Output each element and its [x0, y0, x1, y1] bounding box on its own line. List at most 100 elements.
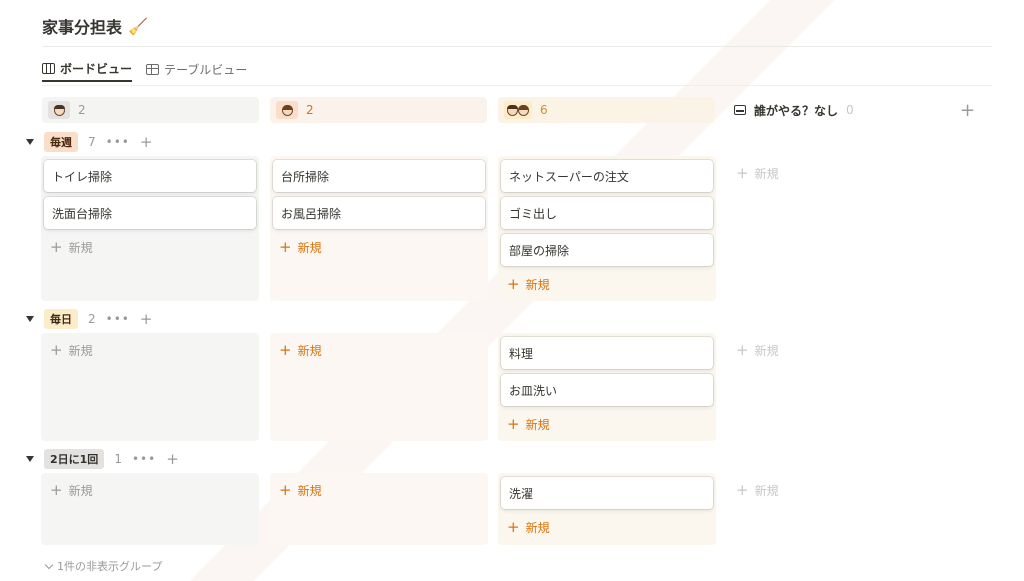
plus-icon: +	[736, 481, 749, 499]
board-cell: + 新規	[41, 333, 259, 441]
new-card-button[interactable]: + 新規	[44, 234, 256, 260]
girl-face-icon	[518, 104, 529, 116]
plus-icon: +	[50, 341, 63, 359]
collapse-caret-icon[interactable]	[26, 456, 34, 462]
new-card-label: 新規	[68, 483, 93, 498]
board-cell: + 新規	[270, 333, 488, 441]
task-card[interactable]: 台所掃除	[273, 160, 485, 192]
chevron-down-icon	[44, 560, 54, 569]
new-card-label: 新規	[754, 483, 779, 498]
new-card-button[interactable]: + 新規	[730, 160, 942, 186]
tab-board-view-label: ボードビュー	[60, 61, 133, 76]
new-card-button[interactable]: + 新規	[273, 234, 485, 260]
new-card-label: 新規	[297, 483, 322, 498]
new-card-button[interactable]: + 新規	[501, 411, 713, 437]
new-card-button[interactable]: + 新規	[730, 337, 942, 363]
board-cell: 洗濯 + 新規	[498, 473, 716, 545]
column-header-person1[interactable]: 2	[42, 97, 259, 123]
column-header-both[interactable]: 6	[498, 97, 715, 123]
board-cell: トイレ掃除 洗面台掃除 + 新規	[41, 156, 259, 301]
new-card-label: 新規	[68, 240, 93, 255]
inbox-icon	[734, 105, 746, 115]
add-column-button[interactable]: +	[960, 100, 975, 121]
group-count: 1	[114, 452, 122, 466]
girl-face-icon	[281, 104, 293, 116]
new-card-label: 新規	[754, 343, 779, 358]
collapse-caret-icon[interactable]	[26, 316, 34, 322]
task-card[interactable]: 部屋の掃除	[501, 234, 713, 266]
tab-table-view[interactable]: テーブルビュー	[146, 60, 247, 82]
more-icon[interactable]: •••	[106, 312, 130, 326]
column-count: 2	[78, 103, 86, 117]
new-card-label: 新規	[68, 343, 93, 358]
new-card-label: 新規	[297, 343, 322, 358]
board-cell: + 新規	[727, 473, 945, 545]
board-cell: 料理 お皿洗い + 新規	[498, 333, 716, 441]
plus-icon: +	[50, 481, 63, 499]
board-cell: + 新規	[727, 333, 945, 441]
new-card-button[interactable]: + 新規	[273, 337, 485, 363]
board-cell: ネットスーパーの注文 ゴミ出し 部屋の掃除 + 新規	[498, 156, 716, 301]
new-card-label: 新規	[297, 240, 322, 255]
boy-face-icon	[507, 104, 518, 116]
board-cell: + 新規	[270, 473, 488, 545]
plus-icon: +	[279, 341, 292, 359]
task-card[interactable]: ネットスーパーの注文	[501, 160, 713, 192]
add-group-item-button[interactable]: +	[140, 133, 153, 151]
plus-icon: +	[507, 275, 520, 293]
add-group-item-button[interactable]: +	[140, 310, 153, 328]
column-count: 2	[306, 103, 314, 117]
group-count: 7	[88, 135, 96, 149]
group-header-weekly: 毎週 7 ••• +	[26, 132, 152, 152]
title-divider	[42, 46, 992, 47]
new-card-button[interactable]: + 新規	[44, 337, 256, 363]
new-card-label: 新規	[754, 166, 779, 181]
task-card[interactable]: トイレ掃除	[44, 160, 256, 192]
group-header-daily: 毎日 2 ••• +	[26, 309, 152, 329]
broom-icon: 🧹	[128, 16, 148, 36]
new-card-button[interactable]: + 新規	[501, 514, 713, 540]
new-card-button[interactable]: + 新規	[501, 271, 713, 297]
plus-icon: +	[50, 238, 63, 256]
group-tag: 毎週	[44, 132, 78, 152]
page-title-text: 家事分担表	[42, 18, 123, 37]
task-card[interactable]: お皿洗い	[501, 374, 713, 406]
hidden-groups-toggle[interactable]: 1件の非表示グループ	[44, 558, 163, 574]
group-tag: 2日に1回	[44, 449, 105, 469]
boy-face-icon	[53, 104, 65, 116]
plus-icon: +	[507, 518, 520, 536]
board-icon	[42, 62, 55, 74]
plus-icon: +	[736, 341, 749, 359]
plus-icon: +	[736, 164, 749, 182]
new-card-button[interactable]: + 新規	[44, 477, 256, 503]
new-card-button[interactable]: + 新規	[273, 477, 485, 503]
column-header-unassigned[interactable]: 誰がやる？なし 0	[728, 97, 945, 123]
collapse-caret-icon[interactable]	[26, 139, 34, 145]
column-count: 6	[540, 103, 548, 117]
view-tabs: ボードビュー テーブルビュー	[42, 60, 247, 82]
column-header-person2[interactable]: 2	[270, 97, 487, 123]
column-label: 誰がやる？なし	[754, 103, 839, 118]
add-group-item-button[interactable]: +	[166, 450, 179, 468]
task-card[interactable]: ゴミ出し	[501, 197, 713, 229]
more-icon[interactable]: •••	[106, 135, 130, 149]
task-card[interactable]: 洗濯	[501, 477, 713, 509]
task-card[interactable]: 料理	[501, 337, 713, 369]
group-tag: 毎日	[44, 309, 78, 329]
hidden-groups-label: 1件の非表示グループ	[57, 560, 163, 573]
table-icon	[146, 63, 160, 75]
new-card-button[interactable]: + 新規	[730, 477, 942, 503]
plus-icon: +	[279, 481, 292, 499]
page-title: 家事分担表 🧹	[42, 14, 148, 38]
tab-board-view[interactable]: ボードビュー	[42, 60, 133, 82]
more-icon[interactable]: •••	[132, 452, 156, 466]
task-card[interactable]: 洗面台掃除	[44, 197, 256, 229]
plus-icon: +	[507, 415, 520, 433]
views-divider	[42, 85, 992, 86]
board-cell: + 新規	[727, 156, 945, 301]
board-cell: 台所掃除 お風呂掃除 + 新規	[270, 156, 488, 301]
tab-table-view-label: テーブルビュー	[164, 62, 248, 77]
task-card[interactable]: お風呂掃除	[273, 197, 485, 229]
person2-avatar-chip	[276, 101, 298, 119]
column-count: 0	[846, 103, 854, 117]
